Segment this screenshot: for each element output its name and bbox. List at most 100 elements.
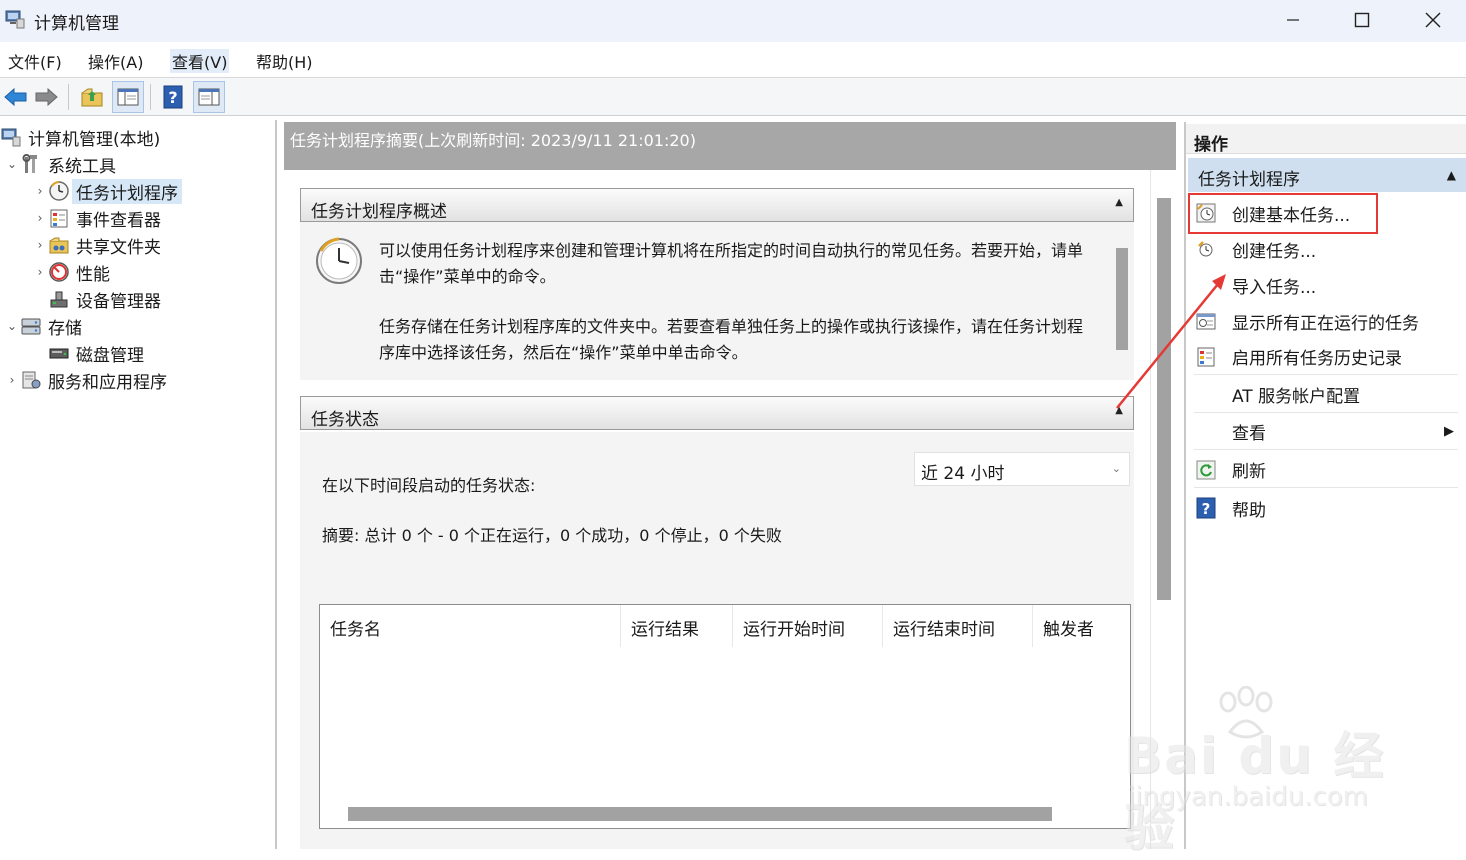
status-summary: 摘要: 总计 0 个 - 0 个正在运行，0 个成功，0 个停止，0 个失败 <box>322 526 782 545</box>
chevron-right-icon[interactable]: › <box>32 178 48 204</box>
back-button[interactable] <box>0 81 32 113</box>
column-header-trigger[interactable]: 触发者 <box>1033 605 1130 647</box>
actions-group-header[interactable]: 任务计划程序 ▲ <box>1188 158 1466 192</box>
action-label: 显示所有正在运行的任务 <box>1232 313 1419 334</box>
refresh-icon <box>1194 458 1218 482</box>
status-section-header[interactable]: 任务状态 ▲ <box>300 396 1134 430</box>
overview-paragraph-1: 可以使用任务计划程序来创建和管理计算机将在所指定的时间自动执行的常见任务。若要开… <box>379 241 1084 286</box>
task-status-table: 任务名 运行结果 运行开始时间 运行结束时间 触发者 <box>319 604 1131 829</box>
close-button[interactable] <box>1398 0 1466 40</box>
action-create-task[interactable]: 创建任务... <box>1194 231 1458 267</box>
status-range-label: 在以下时间段启动的任务状态: <box>322 476 536 495</box>
show-hide-tree-button[interactable] <box>112 81 144 113</box>
device-manager-icon <box>48 288 70 310</box>
action-enable-task-history[interactable]: 启用所有任务历史记录 <box>1194 339 1458 375</box>
tree-label: 服务和应用程序 <box>48 372 167 393</box>
tree-item-device-manager[interactable]: 设备管理器 <box>32 286 161 312</box>
title-bar: 计算机管理 <box>0 0 1466 42</box>
minimize-button[interactable] <box>1258 0 1328 40</box>
status-section-body: 在以下时间段启动的任务状态: 近 24 小时 ⌄ 摘要: 总计 0 个 - 0 … <box>300 432 1134 849</box>
navigation-tree: 计算机管理(本地) ⌄ 系统工具 › 任务计划程序 › 事件查看器 › 共享文件… <box>0 120 277 849</box>
computer-management-icon <box>0 126 22 148</box>
action-at-service-account[interactable]: AT 服务帐户配置 <box>1194 377 1458 413</box>
tree-label: 性能 <box>76 264 110 285</box>
time-range-value: 近 24 小时 <box>921 464 1005 484</box>
forward-button[interactable] <box>30 81 62 113</box>
chevron-right-icon[interactable]: › <box>32 232 48 258</box>
column-header-task-name[interactable]: 任务名 <box>320 605 621 647</box>
summary-header: 任务计划程序摘要(上次刷新时间: 2023/9/11 21:01:20) <box>284 122 1176 170</box>
toolbar: ? <box>0 78 1466 116</box>
maximize-button[interactable] <box>1327 0 1397 40</box>
time-range-select[interactable]: 近 24 小时 ⌄ <box>914 452 1130 486</box>
tree-label: 设备管理器 <box>76 291 161 312</box>
tree-label: 磁盘管理 <box>76 345 144 366</box>
help-icon: ? <box>1194 496 1218 520</box>
overview-section-body: 可以使用任务计划程序来创建和管理计算机将在所指定的时间自动执行的常见任务。若要开… <box>300 222 1134 380</box>
content-scrollbar-thumb[interactable] <box>1157 198 1171 600</box>
action-refresh[interactable]: 刷新 <box>1194 452 1458 488</box>
collapse-up-icon[interactable]: ▲ <box>1115 197 1123 208</box>
chevron-down-icon[interactable]: ⌄ <box>4 313 20 339</box>
menu-help[interactable]: 帮助(H) <box>254 49 315 73</box>
tree-item-event-viewer[interactable]: › 事件查看器 <box>32 205 161 231</box>
tree-item-shared-folders[interactable]: › 共享文件夹 <box>32 232 161 258</box>
column-header-run-result[interactable]: 运行结果 <box>621 605 733 647</box>
computer-management-icon <box>4 8 26 30</box>
tree-item-task-scheduler[interactable]: › 任务计划程序 <box>32 178 182 204</box>
column-header-run-start[interactable]: 运行开始时间 <box>733 605 883 647</box>
action-label: 查看 <box>1232 424 1266 444</box>
svg-text:?: ? <box>1202 500 1211 518</box>
tree-root-label: 计算机管理(本地) <box>28 129 161 150</box>
tree-item-system-tools[interactable]: ⌄ 系统工具 <box>4 151 116 177</box>
chevron-right-icon[interactable]: › <box>4 367 20 393</box>
tree-label: 任务计划程序 <box>72 178 182 204</box>
tree-item-storage[interactable]: ⌄ 存储 <box>4 313 82 339</box>
action-import-task[interactable]: 导入任务... <box>1194 267 1458 303</box>
baidu-watermark: Bai du 经验 jingyan.baidu.com <box>1124 686 1394 857</box>
tree-label: 事件查看器 <box>76 210 161 231</box>
tree-item-services-apps[interactable]: › 服务和应用程序 <box>4 367 167 393</box>
collapse-up-icon[interactable]: ▲ <box>1447 168 1456 182</box>
overview-scrollbar[interactable] <box>1116 248 1128 350</box>
chevron-right-icon[interactable]: › <box>32 205 48 231</box>
action-show-running-tasks[interactable]: 显示所有正在运行的任务 <box>1194 303 1458 339</box>
menu-view[interactable]: 查看(V) <box>170 49 230 73</box>
tree-item-performance[interactable]: › 性能 <box>32 259 110 285</box>
disk-icon <box>48 342 70 364</box>
chevron-down-icon[interactable]: ⌄ <box>4 151 20 177</box>
action-label: AT 服务帐户配置 <box>1232 387 1361 407</box>
clock-icon <box>314 236 364 290</box>
tree-root[interactable]: 计算机管理(本地) <box>0 124 160 150</box>
window-title: 计算机管理 <box>34 14 119 34</box>
action-label: 刷新 <box>1232 462 1266 482</box>
task-history-icon <box>1194 345 1218 369</box>
highlight-box <box>1188 193 1378 234</box>
menu-file[interactable]: 文件(F) <box>6 49 64 73</box>
tree-label: 共享文件夹 <box>76 237 161 258</box>
help-button[interactable]: ? <box>157 81 189 113</box>
column-header-run-end[interactable]: 运行结束时间 <box>883 605 1033 647</box>
menu-action[interactable]: 操作(A) <box>86 49 145 73</box>
overview-section-header[interactable]: 任务计划程序概述 ▲ <box>300 188 1134 222</box>
status-section-title: 任务状态 <box>311 410 379 430</box>
tree-item-disk-management[interactable]: 磁盘管理 <box>32 340 144 366</box>
chevron-down-icon: ⌄ <box>1111 462 1121 475</box>
chevron-right-icon[interactable]: › <box>32 259 48 285</box>
toolbar-separator <box>150 84 151 110</box>
tree-label: 存储 <box>48 318 82 339</box>
services-icon <box>20 369 42 391</box>
show-action-pane-button[interactable] <box>193 81 225 113</box>
action-view[interactable]: 查看 ▶ <box>1194 414 1458 450</box>
shared-folder-icon <box>48 234 70 256</box>
submenu-arrow-icon: ▶ <box>1444 424 1454 439</box>
create-task-icon <box>1194 237 1218 261</box>
collapse-up-icon[interactable]: ▲ <box>1115 405 1123 416</box>
menu-bar: 文件(F) 操作(A) 查看(V) 帮助(H) <box>0 42 1466 78</box>
table-horizontal-scrollbar[interactable] <box>348 807 1052 821</box>
up-folder-button[interactable] <box>76 81 108 113</box>
action-help[interactable]: ? 帮助 <box>1194 490 1458 526</box>
action-label: 启用所有任务历史记录 <box>1232 349 1402 369</box>
content-pane: 任务计划程序摘要(上次刷新时间: 2023/9/11 21:01:20) 任务计… <box>284 122 1176 849</box>
tree-label: 系统工具 <box>48 156 116 177</box>
